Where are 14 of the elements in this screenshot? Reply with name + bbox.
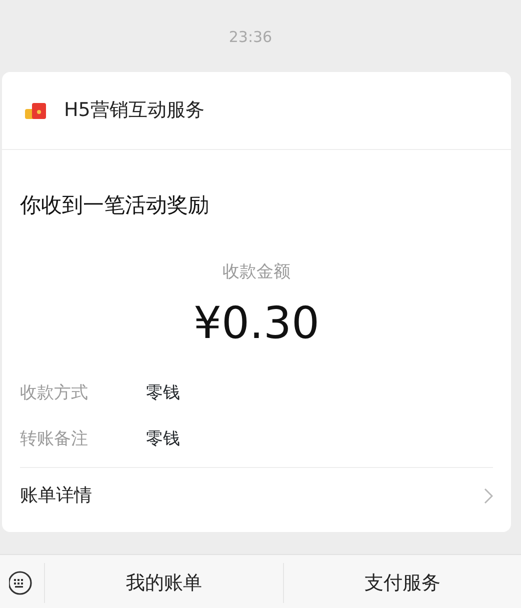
gift-envelope-icon <box>22 100 48 120</box>
chevron-right-icon <box>484 488 493 504</box>
amount: ¥0.30 <box>194 298 320 349</box>
detail-value: 零钱 <box>146 428 180 452</box>
card-title: 你收到一笔活动奖励 <box>19 192 210 219</box>
service-name: H5营销互动服务 <box>64 98 204 124</box>
timestamp: 23:36 <box>228 27 272 48</box>
detail-value: 零钱 <box>146 382 180 406</box>
detail-label: 收款方式 <box>20 382 89 406</box>
menu-button[interactable]: 支付服务 <box>282 563 521 603</box>
bill-details-link[interactable]: 账单详情 <box>20 467 493 523</box>
menu-button[interactable]: 我的账单 <box>44 563 282 603</box>
detail-label: 转账备注 <box>20 428 89 452</box>
amount-label: 收款金额 <box>222 262 290 282</box>
